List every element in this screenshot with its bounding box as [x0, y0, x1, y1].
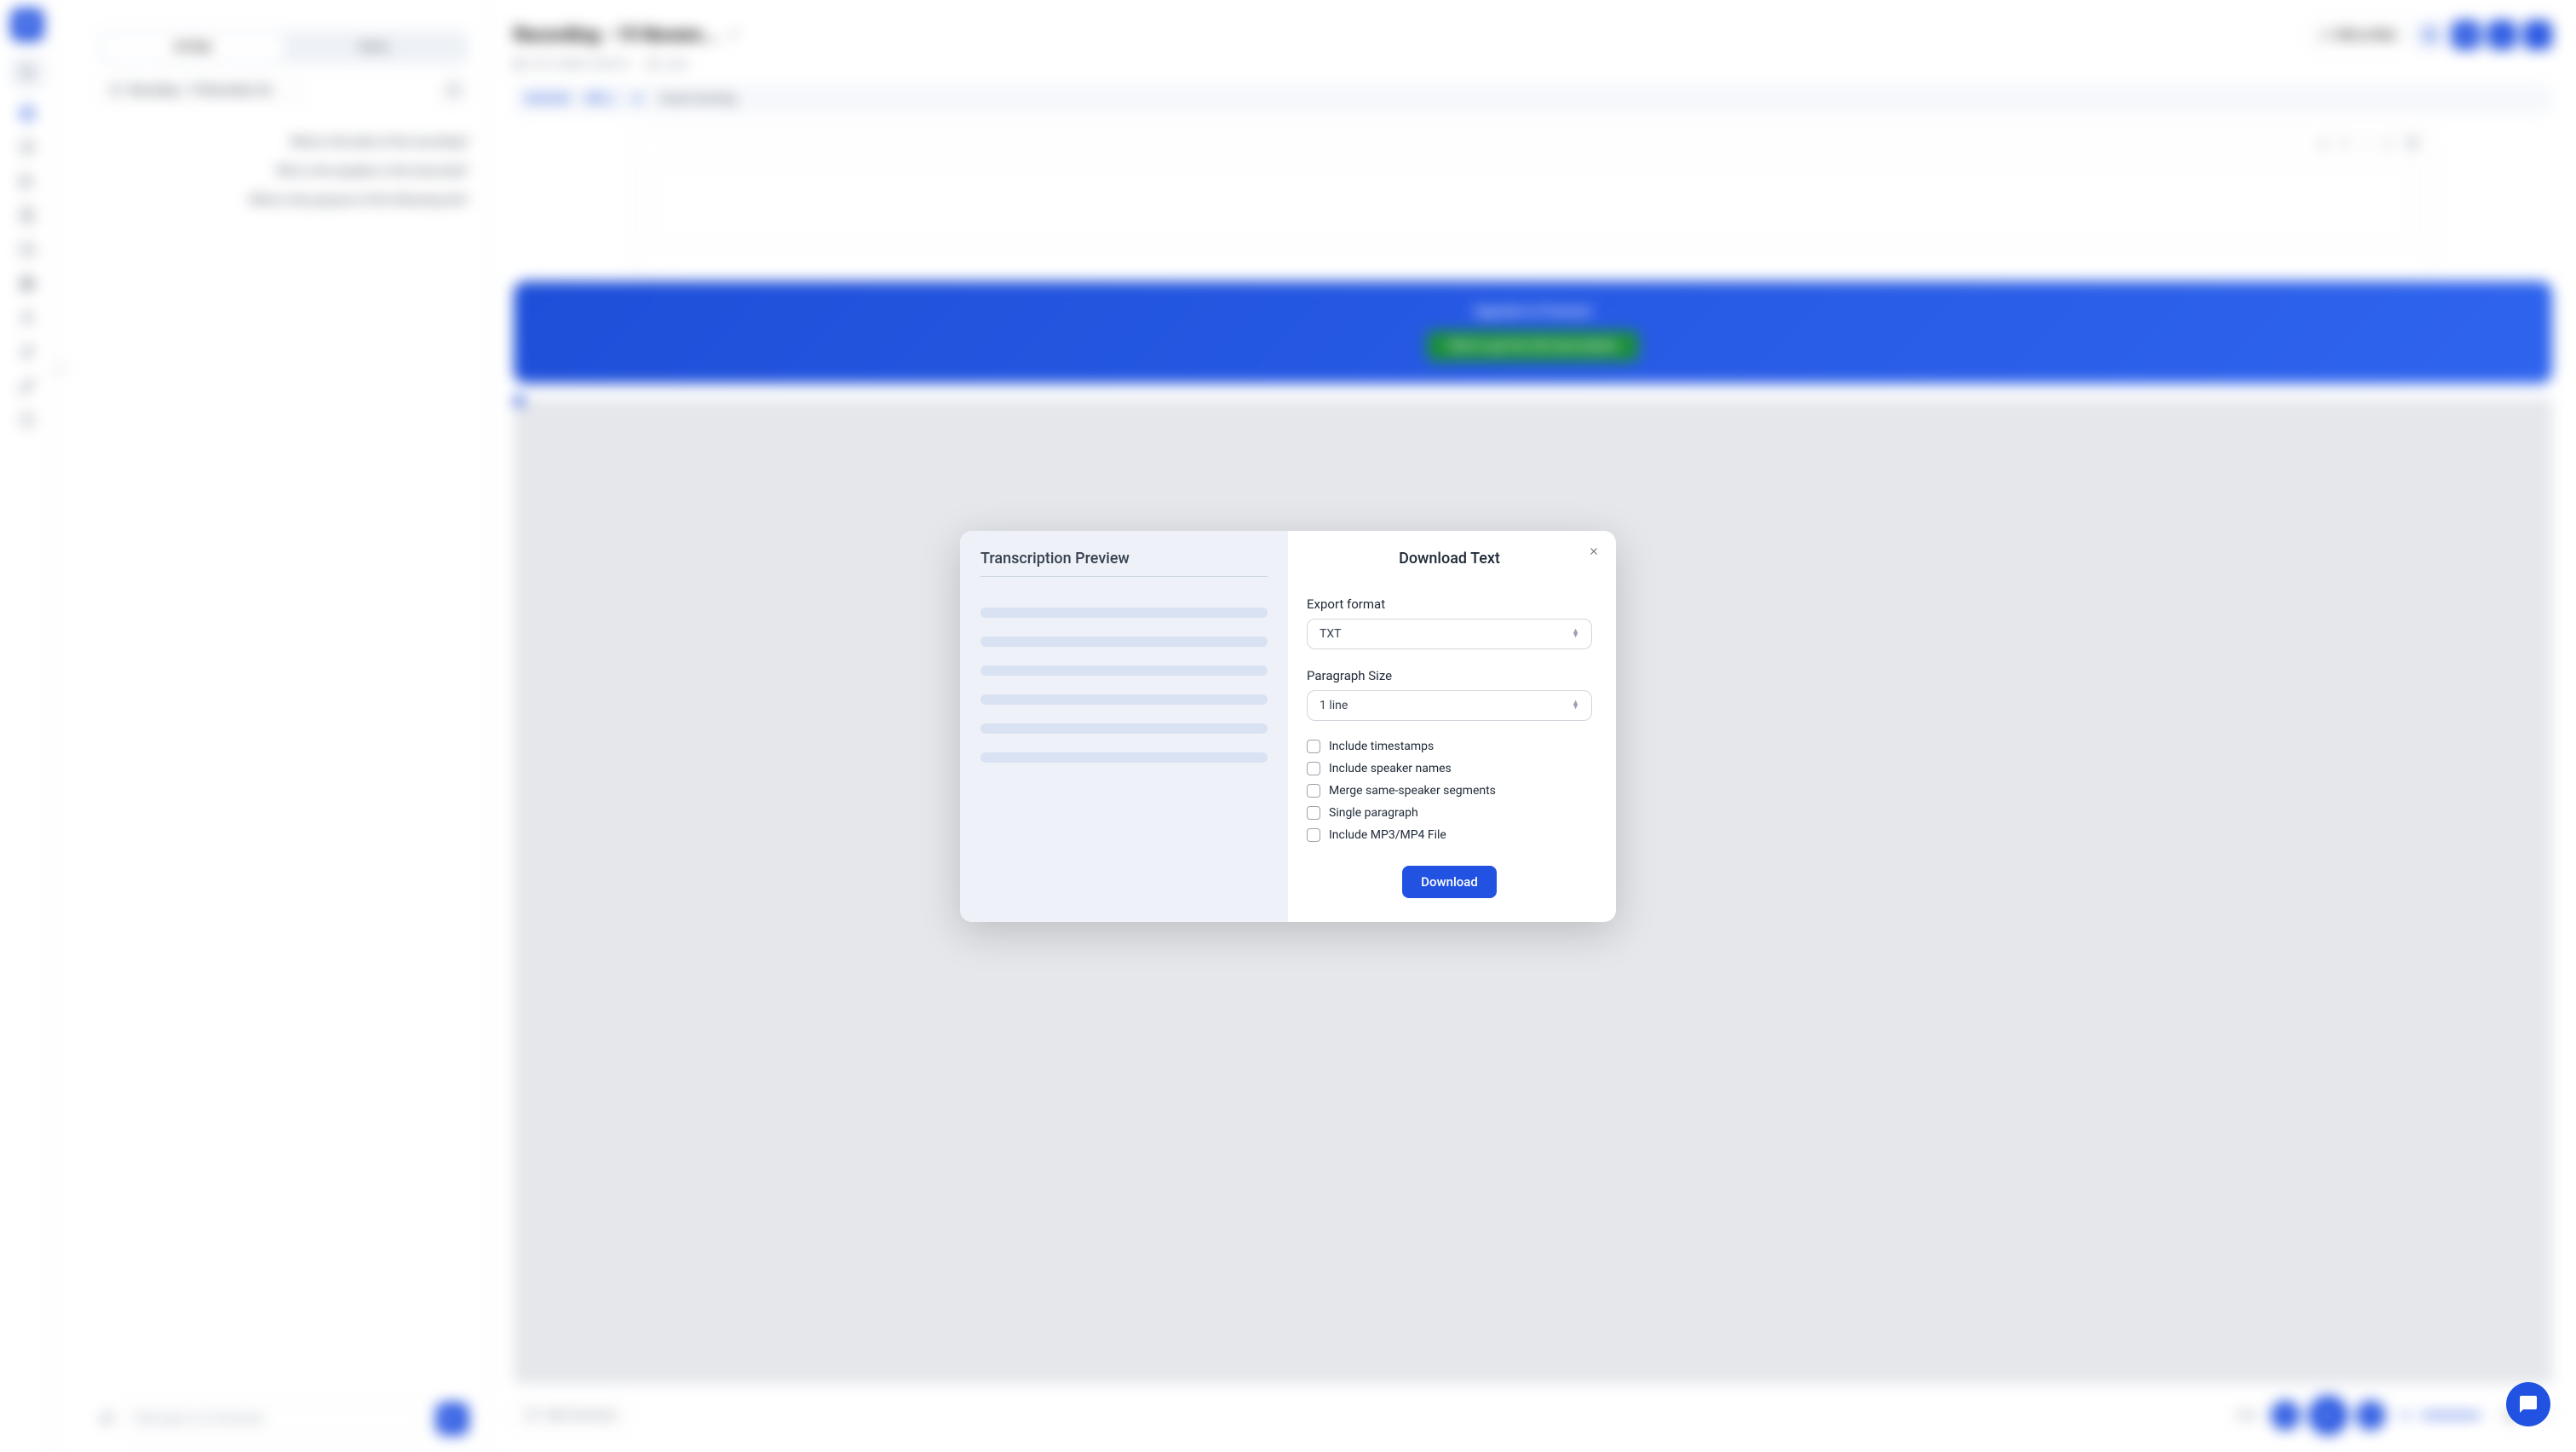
checkbox-merge-same-speaker[interactable]: Merge same-speaker segments: [1307, 784, 1592, 798]
paragraph-size-select[interactable]: 1 line ▲▼: [1307, 690, 1592, 721]
paragraph-size-value: 1 line: [1320, 699, 1348, 712]
checkbox-icon: [1307, 784, 1320, 798]
export-format-select[interactable]: TXT ▲▼: [1307, 619, 1592, 649]
close-icon: [1588, 545, 1600, 557]
export-format-label: Export format: [1307, 596, 1592, 612]
preview-skeleton-line: [980, 608, 1268, 618]
checkbox-icon: [1307, 806, 1320, 820]
checkbox-include-media[interactable]: Include MP3/MP4 File: [1307, 828, 1592, 842]
checkbox-label: Include speaker names: [1329, 762, 1452, 775]
export-options-list: Include timestamps Include speaker names…: [1307, 740, 1592, 842]
checkbox-icon: [1307, 740, 1320, 753]
checkbox-include-speaker-names[interactable]: Include speaker names: [1307, 762, 1592, 775]
preview-skeleton-line: [980, 694, 1268, 705]
download-modal-overlay: Transcription Preview Download Text Expo…: [0, 0, 2576, 1452]
modal-title: Download Text: [1307, 550, 1592, 568]
paragraph-size-label: Paragraph Size: [1307, 668, 1592, 683]
checkbox-include-timestamps[interactable]: Include timestamps: [1307, 740, 1592, 753]
export-format-value: TXT: [1320, 627, 1341, 641]
download-modal: Transcription Preview Download Text Expo…: [960, 531, 1616, 922]
select-caret-icon: ▲▼: [1572, 630, 1579, 637]
checkbox-icon: [1307, 762, 1320, 775]
checkbox-single-paragraph[interactable]: Single paragraph: [1307, 806, 1592, 820]
checkbox-label: Merge same-speaker segments: [1329, 784, 1496, 798]
download-options-pane: Download Text Export format TXT ▲▼ Parag…: [1288, 531, 1616, 922]
checkbox-label: Include MP3/MP4 File: [1329, 828, 1446, 842]
close-modal-button[interactable]: [1585, 543, 1602, 560]
preview-skeleton-line: [980, 637, 1268, 647]
preview-skeleton-line: [980, 666, 1268, 676]
checkbox-icon: [1307, 828, 1320, 842]
preview-skeleton-line: [980, 723, 1268, 734]
preview-skeleton-line: [980, 752, 1268, 763]
checkbox-label: Include timestamps: [1329, 740, 1434, 753]
preview-title: Transcription Preview: [980, 550, 1268, 577]
download-confirm-button[interactable]: Download: [1402, 866, 1497, 898]
checkbox-label: Single paragraph: [1329, 806, 1418, 820]
select-caret-icon: ▲▼: [1572, 701, 1579, 709]
transcription-preview-pane: Transcription Preview: [960, 531, 1288, 922]
